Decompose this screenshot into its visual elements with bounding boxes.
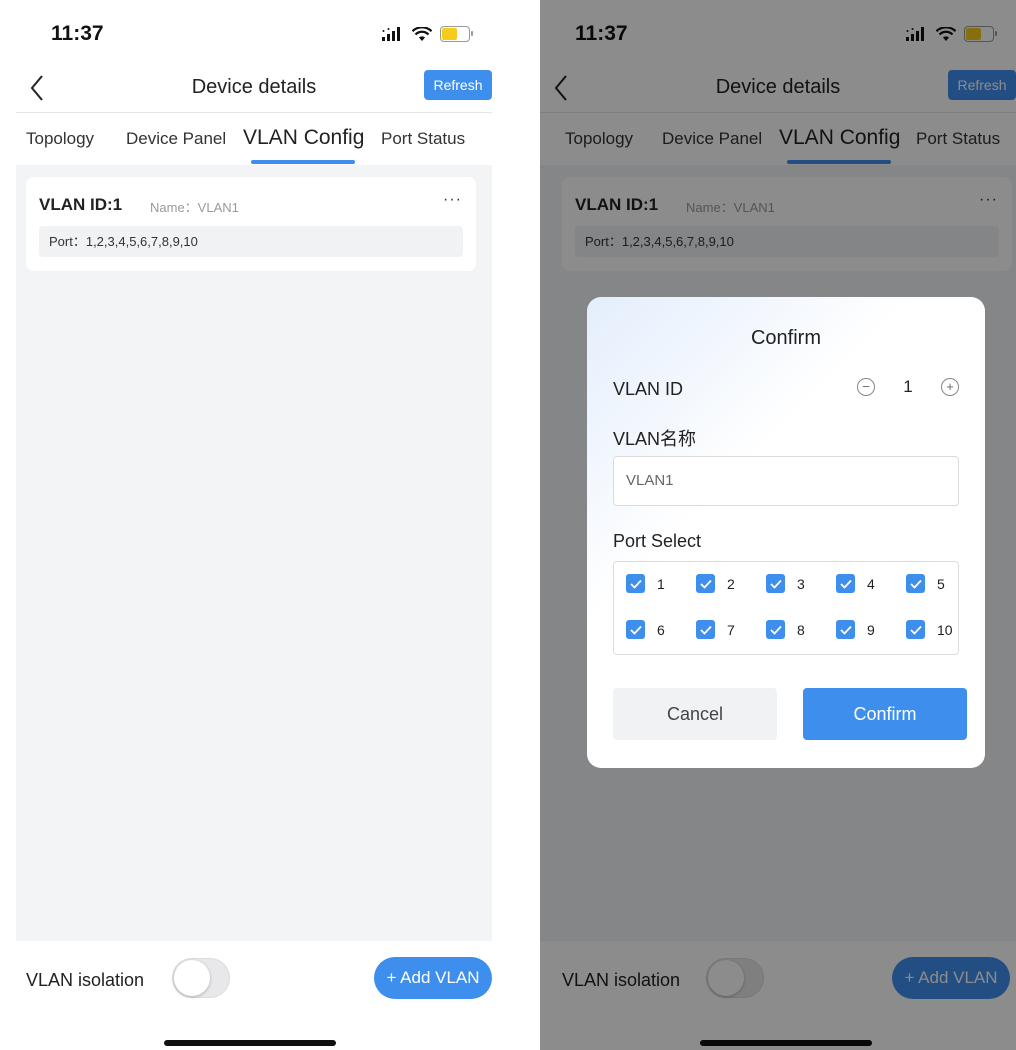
toggle-knob — [174, 960, 210, 996]
cancel-button[interactable]: Cancel — [613, 688, 777, 740]
port-checkbox-2[interactable]: 2 — [696, 574, 735, 593]
port-checkbox-8[interactable]: 8 — [766, 620, 805, 639]
checkbox-checked-icon — [626, 620, 645, 639]
port-select-label: Port Select — [613, 531, 702, 551]
tab-bar: Topology Device Panel VLAN Config Port S… — [16, 113, 492, 165]
checkbox-checked-icon — [906, 574, 925, 593]
port-number: 1 — [657, 575, 665, 592]
increment-icon[interactable]: + — [941, 378, 959, 396]
vlan-name-label: Name：VLAN1 — [150, 200, 239, 215]
vlan-id-label: VLAN ID:1 — [39, 195, 123, 214]
port-number: 5 — [937, 575, 945, 592]
status-icons — [382, 26, 473, 42]
vlan-id-value: 1 — [903, 377, 913, 396]
port-checkbox-7[interactable]: 7 — [696, 620, 735, 639]
nav-header: Device details Refresh — [16, 70, 492, 113]
device-details-screen-with-dialog: 11:37 Device details Refresh Topology De… — [540, 0, 1016, 1050]
port-checkbox-4[interactable]: 4 — [836, 574, 875, 593]
port-checkbox-9[interactable]: 9 — [836, 620, 875, 639]
port-number: 3 — [797, 575, 805, 592]
vlan-ports: Port：1,2,3,4,5,6,7,8,9,10 — [39, 226, 463, 257]
device-details-screen: 11:37 Device details Refresh Topology De… — [16, 0, 492, 1050]
bottom-bar: VLAN isolation + Add VLAN — [16, 941, 492, 1050]
decrement-icon[interactable]: − — [857, 378, 875, 396]
status-time: 11:37 — [51, 22, 104, 45]
port-number: 10 — [937, 621, 953, 638]
dialog-title: Confirm — [750, 327, 821, 349]
port-number: 9 — [867, 621, 875, 638]
vlan-confirm-dialog: Confirm VLAN ID − 1 + VLAN名称 VLAN1 Port … — [587, 297, 985, 768]
cellular-signal-icon — [382, 27, 400, 41]
checkbox-checked-icon — [696, 620, 715, 639]
wifi-icon — [412, 26, 432, 41]
active-tab-indicator — [251, 160, 355, 164]
port-checkbox-1[interactable]: 1 — [626, 574, 665, 593]
checkbox-checked-icon — [626, 574, 645, 593]
add-vlan-button[interactable]: + Add VLAN — [374, 957, 492, 999]
port-checkbox-5[interactable]: 5 — [906, 574, 945, 593]
vlan-card[interactable]: VLAN ID:1 Name：VLAN1 ··· Port：1,2,3,4,5,… — [26, 177, 476, 271]
home-indicator[interactable] — [164, 1040, 336, 1046]
checkbox-checked-icon — [766, 574, 785, 593]
tab-device-panel[interactable]: Device Panel — [126, 129, 226, 149]
checkbox-checked-icon — [836, 574, 855, 593]
port-select-grid: 1 2 3 4 5 6 7 8 9 10 — [613, 561, 959, 655]
checkbox-checked-icon — [766, 620, 785, 639]
port-number: 2 — [727, 575, 735, 592]
vlan-name-input[interactable]: VLAN1 — [613, 456, 959, 506]
vlan-id-stepper: − 1 + — [857, 377, 959, 397]
status-bar: 11:37 — [16, 0, 492, 70]
more-options-icon[interactable]: ··· — [443, 191, 462, 209]
page-title: Device details — [191, 76, 317, 98]
tab-topology[interactable]: Topology — [26, 129, 94, 149]
confirm-button[interactable]: Confirm — [803, 688, 967, 740]
checkbox-checked-icon — [906, 620, 925, 639]
vlan-name-field-label: VLAN名称 — [613, 429, 697, 449]
port-checkbox-10[interactable]: 10 — [906, 620, 953, 639]
tab-vlan-config[interactable]: VLAN Config — [243, 126, 364, 150]
vlan-isolation-label: VLAN isolation — [26, 970, 145, 990]
port-checkbox-3[interactable]: 3 — [766, 574, 805, 593]
vlan-id-field-label: VLAN ID — [613, 379, 684, 399]
checkbox-checked-icon — [836, 620, 855, 639]
vlan-isolation-toggle[interactable] — [172, 958, 230, 998]
checkbox-checked-icon — [696, 574, 715, 593]
battery-icon — [440, 26, 473, 42]
port-number: 4 — [867, 575, 875, 592]
port-checkbox-6[interactable]: 6 — [626, 620, 665, 639]
tab-port-status[interactable]: Port Status — [381, 129, 465, 149]
port-number: 8 — [797, 621, 805, 638]
port-number: 6 — [657, 621, 665, 638]
port-number: 7 — [727, 621, 735, 638]
vlan-list: VLAN ID:1 Name：VLAN1 ··· Port：1,2,3,4,5,… — [16, 165, 492, 941]
refresh-button[interactable]: Refresh — [424, 70, 492, 100]
